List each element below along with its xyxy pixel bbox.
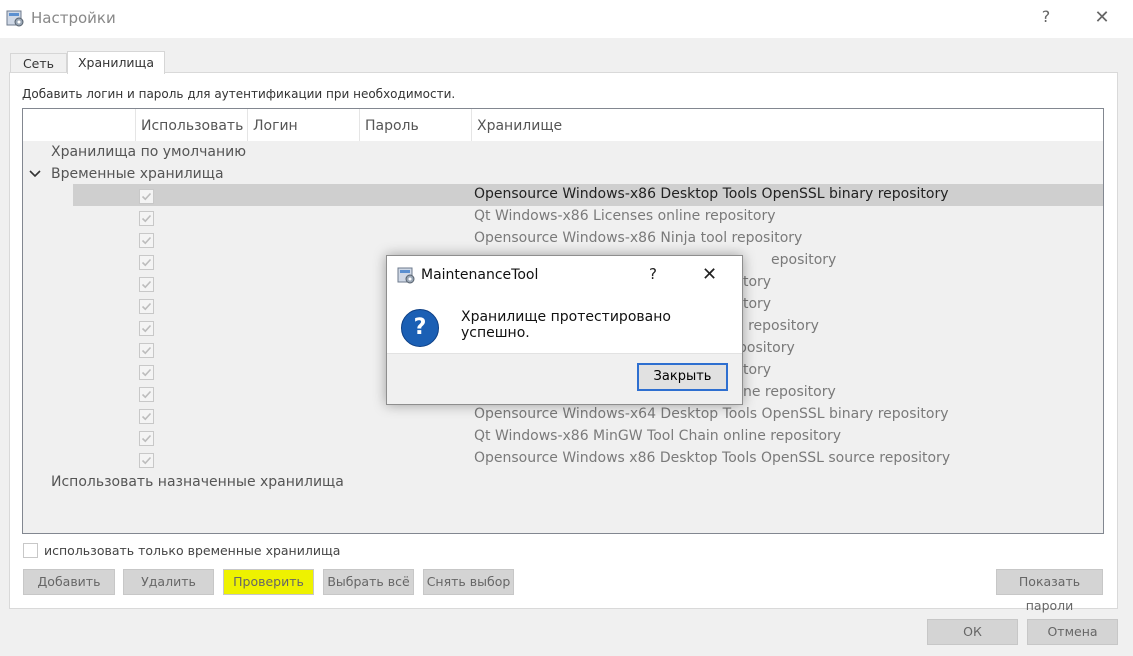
question-icon: ? — [401, 309, 439, 347]
repo-name[interactable]: Qt Windows-x86 Licenses online repositor… — [474, 208, 776, 224]
remove-button[interactable]: Удалить — [123, 569, 214, 595]
column-header-login[interactable]: Логин — [247, 109, 359, 141]
repo-use-checkbox[interactable] — [139, 453, 154, 468]
column-header-repository[interactable]: Хранилище — [471, 109, 1103, 141]
dialog-app-icon — [396, 265, 416, 285]
select-all-button[interactable]: Выбрать всё — [323, 569, 414, 595]
repo-use-checkbox[interactable] — [139, 211, 154, 226]
repo-use-checkbox[interactable] — [139, 189, 154, 204]
repo-use-checkbox[interactable] — [139, 343, 154, 358]
repo-name[interactable]: tory — [743, 296, 771, 312]
repo-name[interactable]: pository — [738, 340, 795, 356]
group-assigned-repos[interactable]: Использовать назначенные хранилища — [51, 474, 344, 490]
repo-name[interactable]: Opensource Windows-x64 Desktop Tools Ope… — [474, 406, 948, 422]
repo-name[interactable]: e repository — [735, 318, 819, 334]
dialog-close-button[interactable]: Закрыть — [637, 363, 728, 391]
app-icon — [5, 8, 25, 28]
tree-header: Использовать Логин Пароль Хранилище — [23, 109, 1103, 141]
group-temp-repos[interactable]: Временные хранилища — [51, 166, 224, 182]
repo-use-checkbox[interactable] — [139, 365, 154, 380]
repo-use-checkbox[interactable] — [139, 299, 154, 314]
column-header-empty — [23, 109, 135, 141]
repo-use-checkbox[interactable] — [139, 387, 154, 402]
ok-button[interactable]: ОК — [927, 619, 1018, 645]
repo-use-checkbox[interactable] — [139, 321, 154, 336]
column-header-use[interactable]: Использовать — [135, 109, 247, 141]
repo-use-checkbox[interactable] — [139, 255, 154, 270]
title-bar — [0, 0, 1133, 38]
repo-use-checkbox[interactable] — [139, 431, 154, 446]
repo-name[interactable]: epository — [771, 252, 836, 268]
dialog-help-button[interactable]: ? — [649, 265, 657, 283]
dialog-close-icon[interactable]: ✕ — [702, 264, 717, 285]
repo-name[interactable]: Qt Windows-x86 MinGW Tool Chain online r… — [474, 428, 841, 444]
repo-use-checkbox[interactable] — [139, 409, 154, 424]
test-button[interactable]: Проверить — [223, 569, 314, 595]
tab-network[interactable]: Сеть — [10, 53, 67, 73]
column-header-password[interactable]: Пароль — [359, 109, 471, 141]
repo-use-checkbox[interactable] — [139, 233, 154, 248]
only-temp-checkbox[interactable] — [23, 543, 38, 558]
group-default-repos[interactable]: Хранилища по умолчанию — [51, 144, 246, 160]
cancel-button[interactable]: Отмена — [1027, 619, 1118, 645]
repo-name[interactable]: Opensource Windows-x86 Ninja tool reposi… — [474, 230, 802, 246]
help-button[interactable]: ? — [1036, 7, 1056, 29]
hint-text: Добавить логин и пароль для аутентификац… — [22, 87, 456, 101]
dialog-message: Хранилище протестировано успешно. — [461, 309, 671, 341]
only-temp-label: использовать только временные хранилища — [44, 543, 341, 558]
add-button[interactable]: Добавить — [23, 569, 115, 595]
repo-name[interactable]: tory — [743, 274, 771, 290]
dialog-title: MaintenanceTool — [421, 267, 539, 283]
close-icon[interactable]: ✕ — [1092, 7, 1112, 29]
repo-name[interactable]: Opensource Windows-x86 Desktop Tools Ope… — [474, 186, 948, 202]
repo-use-checkbox[interactable] — [139, 277, 154, 292]
show-passwords-button[interactable]: Показать пароли — [996, 569, 1103, 613]
repo-name[interactable]: Opensource Windows x86 Desktop Tools Ope… — [474, 450, 950, 466]
tab-repositories[interactable]: Хранилища — [67, 51, 165, 74]
chevron-down-icon[interactable] — [29, 168, 41, 182]
deselect-button[interactable]: Снять выбор — [423, 569, 514, 595]
repo-name[interactable]: ne repository — [743, 384, 836, 400]
window-title: Настройки — [31, 9, 116, 27]
message-dialog: MaintenanceTool ? ✕ ? Хранилище протести… — [386, 255, 743, 405]
repo-name[interactable]: tory — [743, 362, 771, 378]
